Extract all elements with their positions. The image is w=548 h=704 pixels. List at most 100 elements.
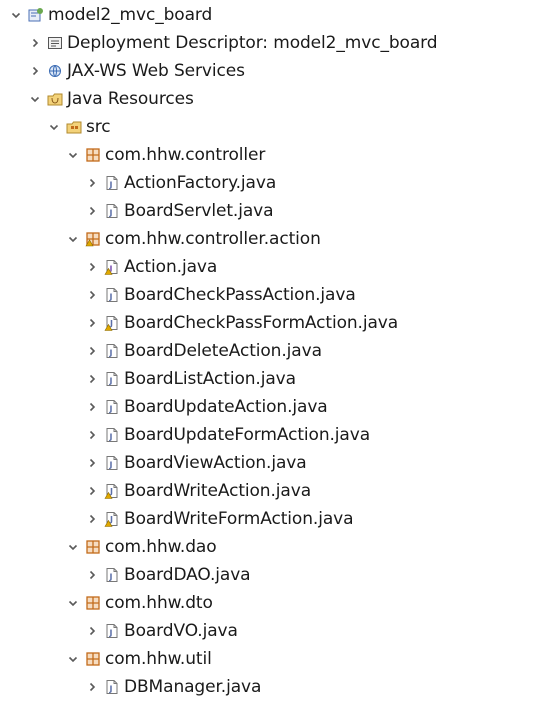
file-action-node[interactable]: I Action.java <box>0 253 548 281</box>
chevron-down-icon[interactable] <box>46 113 62 141</box>
chevron-right-icon[interactable] <box>84 281 100 309</box>
chevron-down-icon[interactable] <box>65 645 81 673</box>
tree-item-label: BoardCheckPassFormAction.java <box>124 313 399 333</box>
java-file-icon: J <box>104 679 120 695</box>
chevron-right-icon[interactable] <box>84 337 100 365</box>
chevron-right-icon[interactable] <box>84 505 100 533</box>
java-resources-node[interactable]: Java Resources <box>0 85 548 113</box>
svg-text:J: J <box>109 209 113 218</box>
tree-item-label: Java Resources <box>67 89 194 109</box>
deployment-descriptor-icon <box>47 35 63 51</box>
tree-item-label: BoardViewAction.java <box>124 453 307 473</box>
chevron-right-icon[interactable] <box>27 57 43 85</box>
file-boardviewaction-node[interactable]: J BoardViewAction.java <box>0 449 548 477</box>
project-icon <box>28 7 44 23</box>
chevron-right-icon[interactable] <box>84 673 100 701</box>
tree-item-label: BoardServlet.java <box>124 201 274 221</box>
package-controller-node[interactable]: com.hhw.controller <box>0 141 548 169</box>
java-file-icon: J <box>104 343 120 359</box>
file-boardlistaction-node[interactable]: J BoardListAction.java <box>0 365 548 393</box>
chevron-right-icon[interactable] <box>84 561 100 589</box>
chevron-right-icon[interactable] <box>84 449 100 477</box>
jax-ws-node[interactable]: JAX-WS Web Services <box>0 57 548 85</box>
chevron-down-icon[interactable] <box>65 589 81 617</box>
tree-item-label: com.hhw.dto <box>105 593 213 613</box>
java-file-icon: J <box>104 287 120 303</box>
java-file-icon: J <box>104 623 120 639</box>
chevron-down-icon[interactable] <box>65 225 81 253</box>
java-file-icon: J <box>104 203 120 219</box>
package-warning-icon <box>85 231 101 247</box>
svg-text:J: J <box>109 293 113 302</box>
file-boardwriteaction-node[interactable]: J BoardWriteAction.java <box>0 477 548 505</box>
tree-item-label: ActionFactory.java <box>124 173 277 193</box>
file-boardcheckpassformaction-node[interactable]: J BoardCheckPassFormAction.java <box>0 309 548 337</box>
package-icon <box>85 651 101 667</box>
svg-text:J: J <box>109 629 113 638</box>
java-file-icon: J <box>104 427 120 443</box>
file-boardvo-node[interactable]: J BoardVO.java <box>0 617 548 645</box>
svg-text:J: J <box>109 433 113 442</box>
java-file-icon: J <box>104 371 120 387</box>
chevron-right-icon[interactable] <box>84 421 100 449</box>
java-interface-file-icon: I <box>104 259 120 275</box>
chevron-right-icon[interactable] <box>84 169 100 197</box>
tree-item-label: BoardDeleteAction.java <box>124 341 322 361</box>
tree-item-label: BoardDAO.java <box>124 565 251 585</box>
chevron-down-icon[interactable] <box>27 85 43 113</box>
package-icon <box>85 595 101 611</box>
project-explorer-tree: model2_mvc_board Deployment Descriptor: … <box>0 0 548 704</box>
chevron-down-icon[interactable] <box>8 1 24 29</box>
tree-item-label: model2_mvc_board <box>48 5 213 25</box>
tree-item-label: com.hhw.controller.action <box>105 229 321 249</box>
tree-item-label: BoardListAction.java <box>124 369 296 389</box>
file-boardcheckpassaction-node[interactable]: J BoardCheckPassAction.java <box>0 281 548 309</box>
package-dao-node[interactable]: com.hhw.dao <box>0 533 548 561</box>
java-file-warning-icon: J <box>104 483 120 499</box>
java-file-icon: J <box>104 455 120 471</box>
src-folder-node[interactable]: src <box>0 113 548 141</box>
source-folder-icon <box>66 119 82 135</box>
java-file-icon: J <box>104 567 120 583</box>
chevron-right-icon[interactable] <box>84 197 100 225</box>
deployment-descriptor-node[interactable]: Deployment Descriptor: model2_mvc_board <box>0 29 548 57</box>
svg-text:J: J <box>109 377 113 386</box>
tree-item-label: BoardCheckPassAction.java <box>124 285 356 305</box>
tree-item-label: DBManager.java <box>124 677 262 697</box>
file-boardwriteformaction-node[interactable]: J BoardWriteFormAction.java <box>0 505 548 533</box>
file-boardupdateformaction-node[interactable]: J BoardUpdateFormAction.java <box>0 421 548 449</box>
file-dbmanager-node[interactable]: J DBManager.java <box>0 673 548 701</box>
file-boarddeleteaction-node[interactable]: J BoardDeleteAction.java <box>0 337 548 365</box>
file-actionfactory-node[interactable]: J ActionFactory.java <box>0 169 548 197</box>
tree-item-label: BoardUpdateAction.java <box>124 397 328 417</box>
package-util-node[interactable]: com.hhw.util <box>0 645 548 673</box>
chevron-right-icon[interactable] <box>84 617 100 645</box>
svg-text:J: J <box>109 181 113 190</box>
package-dto-node[interactable]: com.hhw.dto <box>0 589 548 617</box>
file-boarddao-node[interactable]: J BoardDAO.java <box>0 561 548 589</box>
tree-item-label: Deployment Descriptor: model2_mvc_board <box>67 33 438 53</box>
svg-text:J: J <box>109 405 113 414</box>
svg-text:J: J <box>109 685 113 694</box>
chevron-right-icon[interactable] <box>27 29 43 57</box>
java-file-warning-icon: J <box>104 315 120 331</box>
package-controller-action-node[interactable]: com.hhw.controller.action <box>0 225 548 253</box>
chevron-right-icon[interactable] <box>84 477 100 505</box>
tree-item-label: com.hhw.controller <box>105 145 266 165</box>
java-file-icon: J <box>104 175 120 191</box>
chevron-right-icon[interactable] <box>84 253 100 281</box>
file-boardservlet-node[interactable]: J BoardServlet.java <box>0 197 548 225</box>
chevron-right-icon[interactable] <box>84 393 100 421</box>
chevron-right-icon[interactable] <box>84 365 100 393</box>
tree-item-label: BoardVO.java <box>124 621 238 641</box>
java-resources-icon <box>47 91 63 107</box>
chevron-right-icon[interactable] <box>84 309 100 337</box>
java-file-icon: J <box>104 399 120 415</box>
svg-text:J: J <box>109 349 113 358</box>
tree-item-label: Action.java <box>124 257 218 277</box>
project-node[interactable]: model2_mvc_board <box>0 1 548 29</box>
chevron-down-icon[interactable] <box>65 141 81 169</box>
chevron-down-icon[interactable] <box>65 533 81 561</box>
tree-item-label: src <box>86 117 111 137</box>
file-boardupdateaction-node[interactable]: J BoardUpdateAction.java <box>0 393 548 421</box>
